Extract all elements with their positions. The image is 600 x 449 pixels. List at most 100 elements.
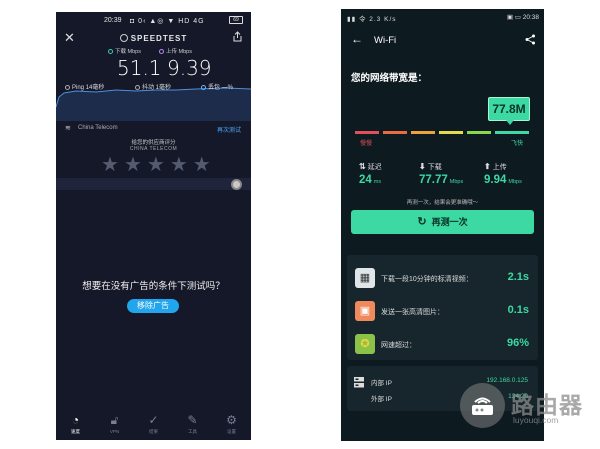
speed-scale-segment: [439, 131, 463, 134]
nav-label: 结果: [149, 429, 158, 434]
ping-stat: Ping 14毫秒: [65, 82, 104, 91]
retest-hint: 再测一次，结果会更准确哦～: [406, 200, 479, 206]
list-item: ▦ 下载一段10分钟的标清视频： 2.1s: [347, 265, 538, 293]
retest-link[interactable]: 再次测试: [217, 125, 241, 134]
speed-scale-segment: [411, 131, 435, 134]
nav-label: 速度: [71, 429, 80, 434]
retest-button[interactable]: ↻ 再测一次: [351, 210, 534, 234]
app-title-text: SPEEDTEST: [130, 34, 188, 43]
jitter-stat: 抖动 1毫秒: [135, 82, 171, 91]
ping-text: Ping 14毫秒: [72, 85, 105, 91]
status-icons: ◘ 0‹ ▲◎ ▼ HD 4G: [130, 18, 205, 25]
back-arrow-icon[interactable]: ←: [351, 33, 363, 45]
row-label: 下载一段10分钟的标清视频：: [381, 276, 473, 283]
jitter-icon: [135, 85, 140, 90]
rate-prompt: 给您的供应商评分: [131, 140, 176, 146]
status-bar: ▮▮ 令 2.3 K/s ▣ ▭ 20:38: [341, 12, 544, 23]
fast-label: 飞快: [511, 141, 524, 147]
medal-icon: ✪: [355, 334, 375, 354]
latency-value: 24: [359, 174, 372, 186]
star-icon[interactable]: ★: [193, 155, 211, 175]
bottom-nav: ◔ 速度 🔓︎ VPN ✓ 结果 ✎ 工具 ⚙ 设置: [56, 410, 251, 440]
refresh-icon: ↻: [417, 216, 427, 228]
upload-icon: ⬆: [484, 162, 491, 171]
app-title: SPEEDTEST: [56, 34, 251, 43]
provider-name: China Telecom: [78, 125, 118, 131]
row-value: 96%: [506, 337, 529, 349]
row-label: 发送一张高清图片：: [381, 309, 444, 316]
watermark-url: luyouqi.com: [513, 415, 559, 425]
results-icon: ✓: [148, 413, 159, 427]
latency-label: 延迟: [367, 164, 382, 171]
speed-badge: 77.8M: [488, 97, 530, 125]
list-item: ✪ 网速超过： 96%: [347, 331, 538, 359]
ping-icon: [65, 85, 70, 90]
latency-metric: ⇅ 延迟 24 ms: [359, 162, 382, 186]
speed-scale-segment: [355, 131, 379, 134]
latency-icon: ⇅: [359, 162, 366, 171]
status-time: 20:39: [104, 17, 122, 24]
server-icon: [354, 377, 364, 388]
status-icons: ▮▮ 令 2.3 K/s: [347, 16, 397, 23]
download-label-text: 下载 Mbps: [115, 49, 141, 55]
retest-label: 再测一次: [431, 217, 468, 227]
star-icon[interactable]: ★: [147, 155, 165, 175]
speed-scale-segment: [495, 131, 529, 134]
nav-label: VPN: [109, 429, 120, 434]
download-label: 下载: [427, 164, 442, 171]
upload-metric: ⬆ 上传 9.94 Mbps: [484, 162, 522, 186]
download-metric: ⬇ 下载 77.77 Mbps: [419, 162, 463, 186]
nav-label: 工具: [188, 429, 197, 434]
watermark: 路由器 luyouqi.com: [460, 383, 590, 431]
page-title: Wi-Fi: [374, 35, 397, 46]
nav-item-results[interactable]: ✓ 结果: [134, 410, 173, 440]
speed-examples-card: ▦ 下载一段10分钟的标清视频： 2.1s ▣ 发送一张高清图片： 0.1s ✪…: [347, 255, 538, 360]
slow-label: 慢慢: [360, 141, 373, 147]
nav-item-speed[interactable]: ◔ 速度: [56, 410, 95, 440]
status-time: ▣ ▭ 20:38: [506, 14, 539, 21]
battery-icon: 69: [229, 16, 243, 24]
nav-item-tools[interactable]: ✎ 工具: [173, 410, 212, 440]
star-icon[interactable]: ★: [101, 155, 119, 175]
download-icon: ⬇: [419, 162, 426, 171]
download-label: 下载 Mbps: [108, 47, 141, 55]
row-label: 网速超过：: [381, 342, 416, 349]
tools-icon: ✎: [187, 413, 198, 427]
nav-label: 设置: [227, 429, 236, 434]
upload-label-text: 上传 Mbps: [166, 49, 192, 55]
download-arrow-icon: [108, 49, 113, 54]
section-divider: [56, 178, 251, 190]
loss-text: 丢包 —%: [208, 85, 234, 91]
upload-label: 上传 Mbps: [159, 47, 192, 55]
lock-icon: 🔓︎: [110, 413, 119, 427]
rating-stars[interactable]: ★ ★ ★ ★ ★: [101, 155, 211, 175]
rate-provider: CHINA TELECOM: [129, 146, 178, 152]
latency-unit: ms: [373, 179, 382, 185]
image-icon: ▣: [355, 301, 375, 321]
speed-icon: ◔: [71, 413, 80, 427]
share-icon[interactable]: [525, 34, 536, 45]
wifi-speed-screen: ▮▮ 令 2.3 K/s ▣ ▭ 20:38 ← Wi-Fi 您的网络带宽是： …: [341, 9, 544, 441]
loss-icon: [201, 85, 206, 90]
speed-scale-segment: [467, 131, 491, 134]
jitter-text: 抖动 1毫秒: [142, 85, 172, 91]
speedtest-screen: 20:39 ◘ 0‹ ▲◎ ▼ HD 4G 69 ✕ SPEEDTEST 下载 …: [56, 12, 251, 440]
upload-value: 9.94: [484, 174, 507, 186]
nav-item-settings[interactable]: ⚙ 设置: [212, 410, 251, 440]
nav-item-vpn[interactable]: 🔓︎ VPN: [95, 410, 134, 440]
bandwidth-heading: 您的网络带宽是：: [351, 73, 428, 84]
download-unit: Mbps: [449, 179, 464, 185]
remove-ads-button[interactable]: 移除广告: [127, 299, 179, 313]
video-icon: ▦: [355, 268, 375, 288]
ad-prompt: 想要在没有广告的条件下测试吗？: [82, 281, 225, 292]
internal-ip-label: 内部 IP: [371, 380, 392, 387]
speedtest-logo-icon: [119, 34, 128, 42]
star-icon[interactable]: ★: [170, 155, 188, 175]
router-icon: [472, 397, 493, 415]
scroll-handle[interactable]: [231, 179, 242, 190]
list-item: ▣ 发送一张高清图片： 0.1s: [347, 298, 538, 326]
wifi-icon: ≋: [65, 125, 71, 132]
upload-arrow-icon: [159, 49, 164, 54]
star-icon[interactable]: ★: [124, 155, 142, 175]
upload-unit: Mbps: [508, 179, 522, 185]
